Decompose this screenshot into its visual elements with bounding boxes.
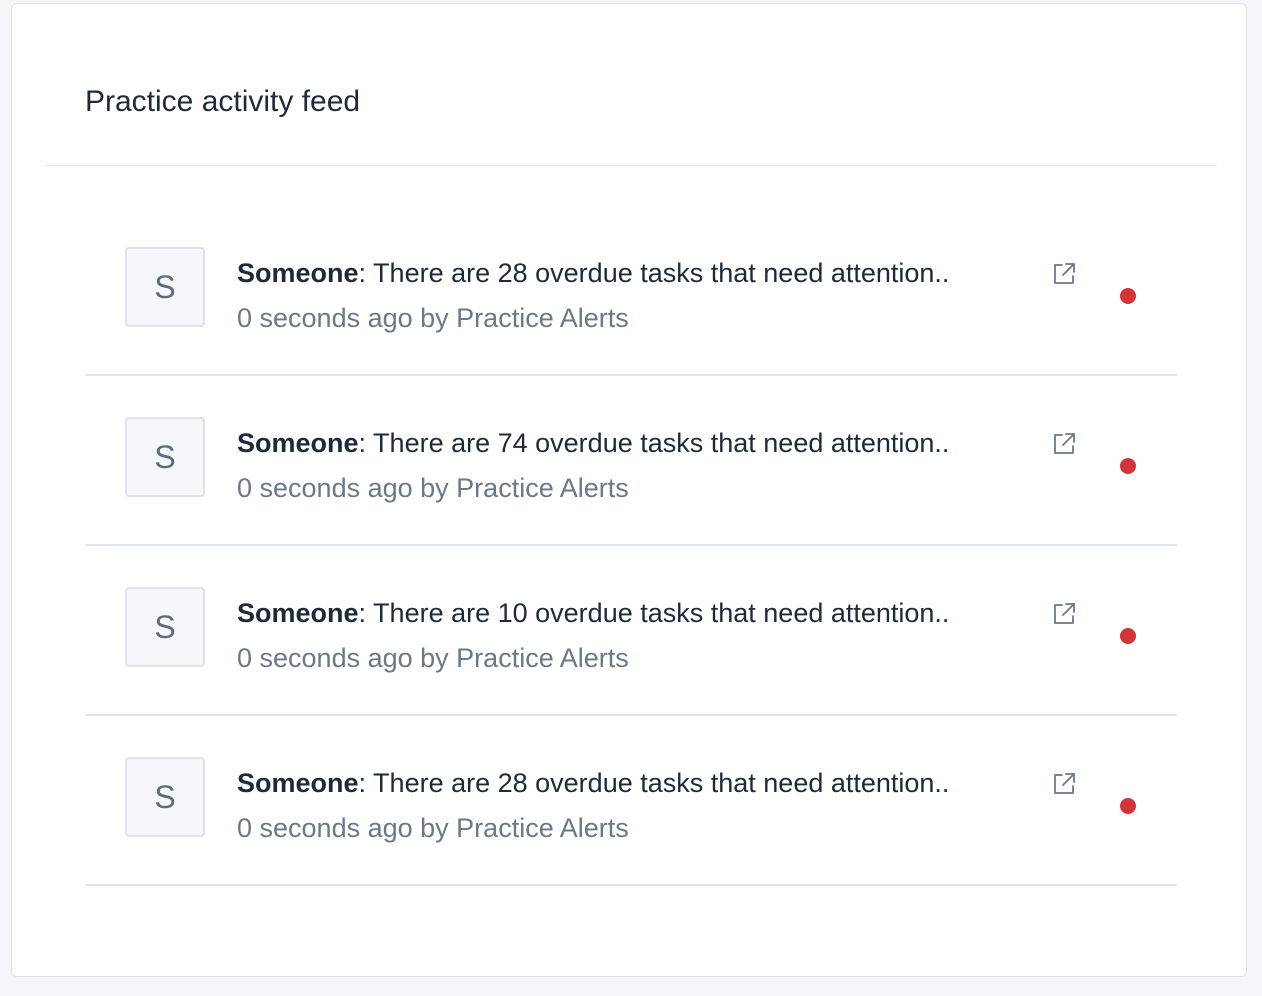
- external-link-icon[interactable]: [1051, 261, 1077, 287]
- avatar: S: [125, 247, 205, 327]
- external-link-icon[interactable]: [1051, 601, 1077, 627]
- timestamp: 0 seconds ago: [237, 643, 413, 673]
- feed-item-message: Someone: There are 10 overdue tasks that…: [237, 596, 949, 630]
- author-separator: :: [358, 768, 367, 798]
- author-name: Someone: [237, 258, 359, 288]
- author-separator: :: [358, 258, 367, 288]
- feed-item-message: Someone: There are 74 overdue tasks that…: [237, 426, 949, 460]
- feed-item: S Someone: There are 74 overdue tasks th…: [85, 376, 1177, 546]
- external-link-icon[interactable]: [1051, 431, 1077, 457]
- feed-item-meta: 0 seconds ago by Practice Alerts: [237, 811, 629, 845]
- external-link-icon[interactable]: [1051, 771, 1077, 797]
- by-word: by: [412, 303, 457, 333]
- source-name: Practice Alerts: [456, 303, 629, 333]
- unread-indicator: [1120, 458, 1136, 474]
- feed-item-meta: 0 seconds ago by Practice Alerts: [237, 471, 629, 505]
- avatar: S: [125, 587, 205, 667]
- author-name: Someone: [237, 768, 359, 798]
- feed-item: S Someone: There are 28 overdue tasks th…: [85, 716, 1177, 886]
- feed-item-meta: 0 seconds ago by Practice Alerts: [237, 301, 629, 335]
- author-name: Someone: [237, 598, 359, 628]
- source-name: Practice Alerts: [456, 813, 629, 843]
- by-word: by: [412, 643, 457, 673]
- source-name: Practice Alerts: [456, 473, 629, 503]
- timestamp: 0 seconds ago: [237, 473, 413, 503]
- card-title: Practice activity feed: [85, 85, 361, 118]
- header-divider: [45, 165, 1217, 166]
- message-text: There are 28 overdue tasks that need att…: [366, 258, 950, 288]
- by-word: by: [412, 813, 457, 843]
- timestamp: 0 seconds ago: [237, 813, 413, 843]
- feed-item: S Someone: There are 28 overdue tasks th…: [85, 206, 1177, 376]
- by-word: by: [412, 473, 457, 503]
- message-text: There are 10 overdue tasks that need att…: [366, 598, 950, 628]
- unread-indicator: [1120, 798, 1136, 814]
- message-text: There are 74 overdue tasks that need att…: [366, 428, 950, 458]
- author-separator: :: [358, 428, 367, 458]
- message-text: There are 28 overdue tasks that need att…: [366, 768, 950, 798]
- timestamp: 0 seconds ago: [237, 303, 413, 333]
- feed-item-message: Someone: There are 28 overdue tasks that…: [237, 256, 949, 290]
- activity-feed-card: Practice activity feed S Someone: There …: [11, 3, 1247, 977]
- unread-indicator: [1120, 628, 1136, 644]
- feed-item-meta: 0 seconds ago by Practice Alerts: [237, 641, 629, 675]
- author-separator: :: [358, 598, 367, 628]
- unread-indicator: [1120, 288, 1136, 304]
- feed-item: S Someone: There are 10 overdue tasks th…: [85, 546, 1177, 716]
- avatar: S: [125, 417, 205, 497]
- source-name: Practice Alerts: [456, 643, 629, 673]
- avatar: S: [125, 757, 205, 837]
- author-name: Someone: [237, 428, 359, 458]
- feed-item-message: Someone: There are 28 overdue tasks that…: [237, 766, 949, 800]
- feed-list: S Someone: There are 28 overdue tasks th…: [85, 206, 1177, 886]
